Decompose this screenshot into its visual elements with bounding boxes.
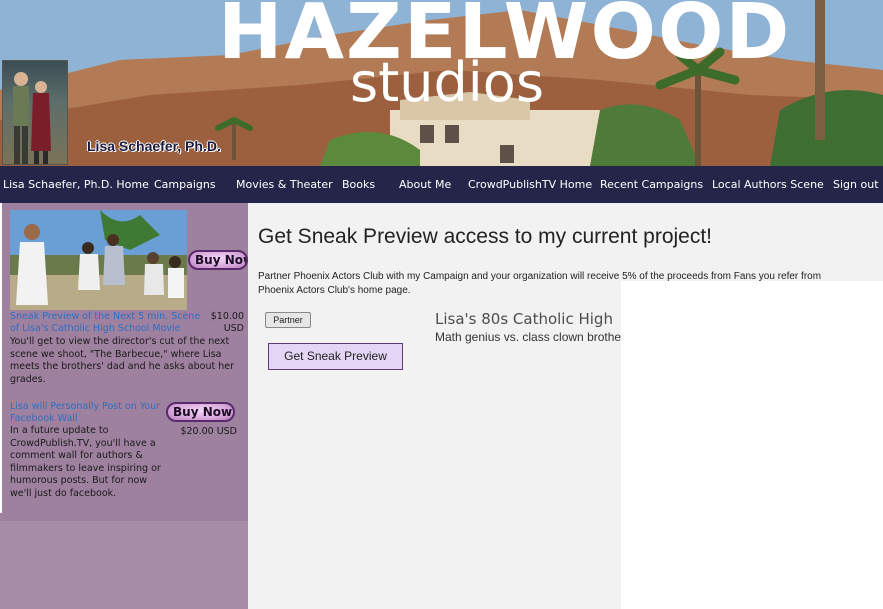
site-subtitle: studios (350, 51, 544, 114)
reward-price: $10.00 USD (210, 311, 244, 334)
reward-description: You'll get to view the director's cut of… (10, 336, 234, 385)
reward-price: $20.00 USD (180, 426, 237, 437)
profile-name: Lisa Schaefer, Ph.D. (87, 138, 221, 154)
campaign-tagline: Math genius vs. class clown brothers (435, 330, 621, 344)
partner-button[interactable]: Partner (265, 312, 311, 328)
reward-title-link[interactable]: Sneak Preview of the Next 5 min. Scene o… (10, 311, 210, 335)
campaign-title[interactable]: Lisa's 80s Catholic High (435, 310, 621, 328)
buy-now-button[interactable]: Buy Now (188, 250, 248, 270)
sidebar-edge (0, 203, 2, 513)
nav-item-about-me[interactable]: About Me (399, 178, 451, 191)
page: HAZELWOOD studios Lisa Schaefer, Ph.D. L… (0, 0, 883, 609)
page-heading: Get Sneak Preview access to my current p… (258, 225, 713, 248)
content-blank-area (621, 281, 883, 609)
profile-photo (2, 60, 68, 165)
nav-item-campaigns[interactable]: Campaigns (154, 178, 216, 191)
nav-item-home[interactable]: Lisa Schaefer, Ph.D. Home (3, 178, 149, 191)
header-banner: HAZELWOOD studios Lisa Schaefer, Ph.D. (0, 0, 883, 166)
reward-title-link[interactable]: Lisa will Personally Post on Your Facebo… (10, 401, 165, 425)
nav-item-crowdpublishtv-home[interactable]: CrowdPublishTV Home (468, 178, 592, 191)
nav-item-movies-theater[interactable]: Movies & Theater (236, 178, 333, 191)
nav-item-books[interactable]: Books (342, 178, 375, 191)
partner-description: Partner Phoenix Actors Club with my Camp… (258, 271, 822, 296)
get-sneak-preview-button[interactable]: Get Sneak Preview (268, 343, 403, 370)
buy-now-button[interactable]: Buy Now (166, 402, 235, 422)
nav-item-recent-campaigns[interactable]: Recent Campaigns (600, 178, 703, 191)
reward-photo[interactable] (10, 210, 187, 310)
main-navigation: Lisa Schaefer, Ph.D. Home Campaigns Movi… (0, 166, 883, 203)
nav-item-sign-out[interactable]: Sign out (833, 178, 879, 191)
nav-item-local-authors-scene[interactable]: Local Authors Scene (712, 178, 824, 191)
reward-description: In a future update to CrowdPublish.TV, y… (10, 425, 161, 499)
